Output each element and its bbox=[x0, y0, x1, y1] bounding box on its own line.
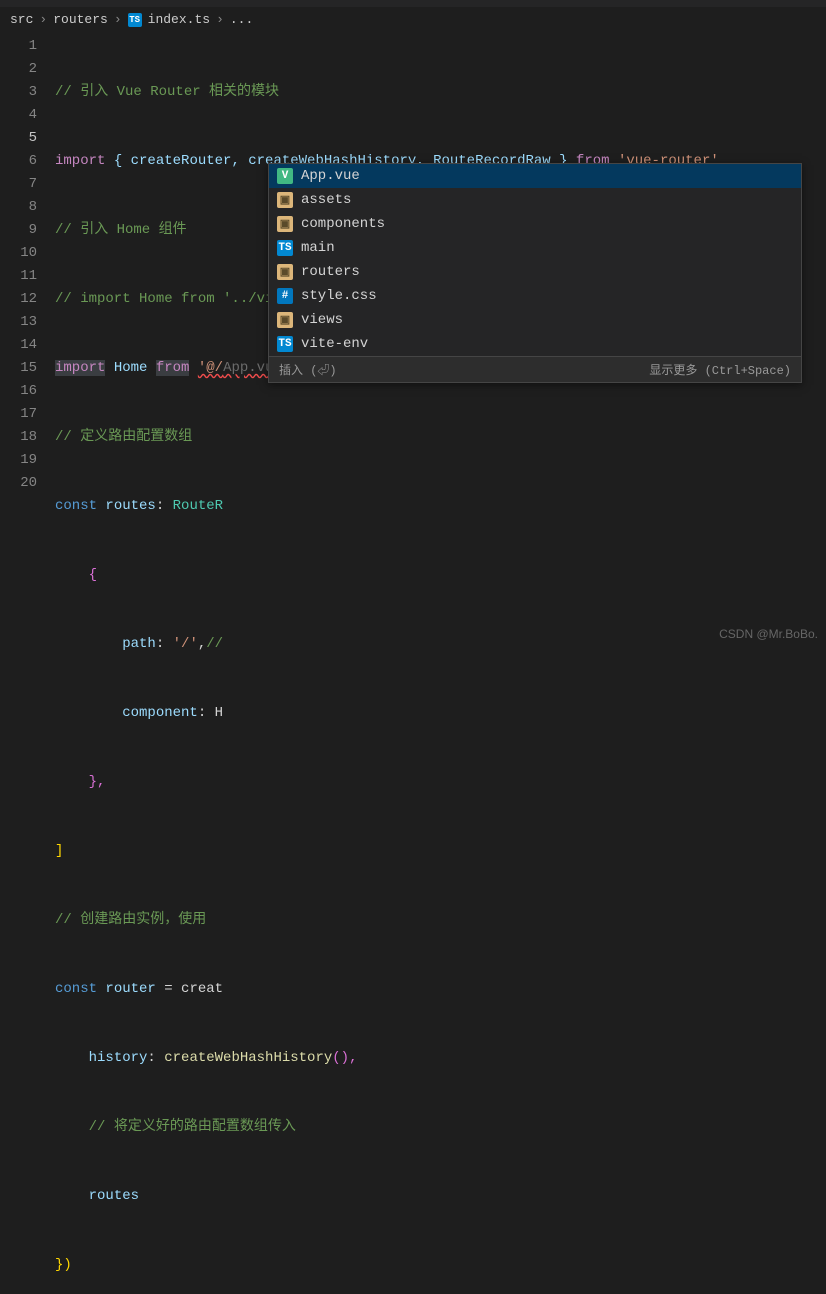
chevron-right-icon: › bbox=[114, 12, 122, 27]
autocomplete-label: main bbox=[301, 240, 335, 256]
insert-hint: 插入 (⏎) bbox=[279, 361, 337, 378]
breadcrumb-seg[interactable]: index.ts bbox=[148, 12, 210, 27]
line-gutter: 1 2 3 4 5 6 7 8 9 10 11 12 13 14 15 16 1… bbox=[0, 31, 55, 1294]
chevron-right-icon: › bbox=[216, 12, 224, 27]
watermark: CSDN @Mr.BoBo. bbox=[719, 627, 818, 641]
autocomplete-label: assets bbox=[301, 192, 351, 208]
folder-icon: ▣ bbox=[277, 216, 293, 232]
autocomplete-item[interactable]: # style.css bbox=[269, 284, 801, 308]
chevron-right-icon: › bbox=[39, 12, 47, 27]
css-icon: # bbox=[277, 288, 293, 304]
autocomplete-label: vite-env bbox=[301, 336, 368, 352]
tabs-area bbox=[0, 0, 826, 8]
vue-icon: V bbox=[277, 168, 293, 184]
autocomplete-item[interactable]: ▣ assets bbox=[269, 188, 801, 212]
autocomplete-label: App.vue bbox=[301, 168, 360, 184]
autocomplete-item[interactable]: V App.vue bbox=[269, 164, 801, 188]
folder-icon: ▣ bbox=[277, 312, 293, 328]
autocomplete-label: style.css bbox=[301, 288, 377, 304]
autocomplete-item[interactable]: TS main bbox=[269, 236, 801, 260]
breadcrumb[interactable]: src › routers › TS index.ts › ... bbox=[0, 8, 826, 31]
typescript-icon: TS bbox=[277, 336, 293, 352]
autocomplete-popup[interactable]: V App.vue ▣ assets ▣ components TS main … bbox=[268, 163, 802, 383]
autocomplete-label: views bbox=[301, 312, 343, 328]
autocomplete-item[interactable]: ▣ components bbox=[269, 212, 801, 236]
autocomplete-item[interactable]: TS vite-env bbox=[269, 332, 801, 356]
typescript-icon: TS bbox=[128, 13, 142, 27]
breadcrumb-seg[interactable]: src bbox=[10, 12, 33, 27]
autocomplete-footer: 插入 (⏎) 显示更多 (Ctrl+Space) bbox=[269, 356, 801, 382]
autocomplete-item[interactable]: ▣ views bbox=[269, 308, 801, 332]
show-more-hint[interactable]: 显示更多 (Ctrl+Space) bbox=[649, 361, 791, 378]
folder-icon: ▣ bbox=[277, 264, 293, 280]
autocomplete-item[interactable]: ▣ routers bbox=[269, 260, 801, 284]
autocomplete-label: components bbox=[301, 216, 385, 232]
autocomplete-label: routers bbox=[301, 264, 360, 280]
code-comment: // 引入 Vue Router 相关的模块 bbox=[55, 84, 279, 100]
breadcrumb-seg[interactable]: routers bbox=[53, 12, 108, 27]
breadcrumb-seg[interactable]: ... bbox=[230, 12, 253, 27]
typescript-icon: TS bbox=[277, 240, 293, 256]
folder-icon: ▣ bbox=[277, 192, 293, 208]
